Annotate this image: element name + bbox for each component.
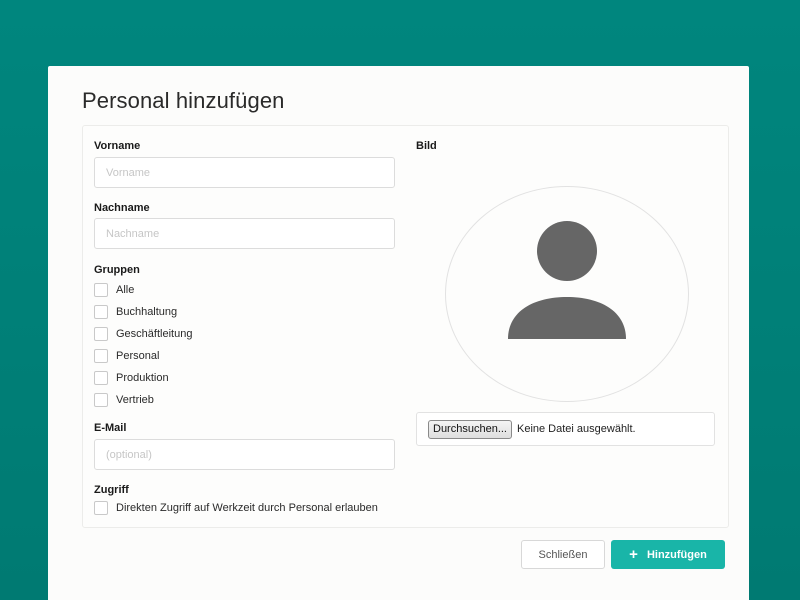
- access-option-label: Direkten Zugriff auf Werkzeit durch Pers…: [116, 502, 378, 514]
- firstname-input[interactable]: [94, 157, 395, 188]
- email-input[interactable]: [94, 439, 395, 470]
- lastname-label: Nachname: [94, 202, 150, 214]
- group-option-label: Alle: [116, 284, 135, 296]
- group-checkbox[interactable]: [94, 327, 108, 341]
- plus-icon: +: [629, 546, 638, 563]
- group-option-label: Produktion: [116, 372, 169, 384]
- group-checkbox[interactable]: [94, 283, 108, 297]
- group-checkbox[interactable]: [94, 349, 108, 363]
- group-checkbox[interactable]: [94, 393, 108, 407]
- avatar-preview: [445, 186, 689, 402]
- access-label: Zugriff: [94, 484, 129, 496]
- add-button-label: Hinzufügen: [646, 548, 707, 561]
- access-option[interactable]: Direkten Zugriff auf Werkzeit durch Pers…: [94, 500, 378, 516]
- add-button[interactable]: + Hinzufügen: [611, 540, 725, 569]
- groups-label: Gruppen: [94, 264, 140, 276]
- group-option-label: Buchhaltung: [116, 306, 178, 318]
- group-option-geschaeftleitung[interactable]: Geschäftleitung: [94, 326, 192, 342]
- group-option-vertrieb[interactable]: Vertrieb: [94, 392, 154, 408]
- dialog-title: Personal hinzufügen: [82, 88, 285, 113]
- access-checkbox[interactable]: [94, 501, 108, 515]
- file-status-text: Keine Datei ausgewählt.: [516, 423, 636, 435]
- lastname-input[interactable]: [94, 218, 395, 249]
- browse-button[interactable]: Durchsuchen...: [428, 419, 512, 439]
- group-option-personal[interactable]: Personal: [94, 348, 159, 364]
- group-checkbox[interactable]: [94, 305, 108, 319]
- group-option-label: Personal: [116, 350, 160, 362]
- group-option-label: Vertrieb: [116, 394, 154, 406]
- group-option-alle[interactable]: Alle: [94, 282, 134, 298]
- add-staff-dialog: Personal hinzufügen Vorname Nachname Gru…: [48, 66, 749, 600]
- close-button[interactable]: Schließen: [521, 540, 605, 569]
- group-option-label: Geschäftleitung: [116, 328, 193, 340]
- user-silhouette-icon: [508, 221, 626, 339]
- group-checkbox[interactable]: [94, 371, 108, 385]
- image-label: Bild: [416, 140, 437, 152]
- firstname-label: Vorname: [94, 140, 141, 152]
- file-upload: Durchsuchen... Keine Datei ausgewählt.: [416, 412, 715, 446]
- group-option-produktion[interactable]: Produktion: [94, 370, 169, 386]
- email-label: E-Mail: [94, 422, 127, 434]
- group-option-buchhaltung[interactable]: Buchhaltung: [94, 304, 177, 320]
- form-panel: Vorname Nachname Gruppen Alle Buchhaltun…: [82, 125, 729, 528]
